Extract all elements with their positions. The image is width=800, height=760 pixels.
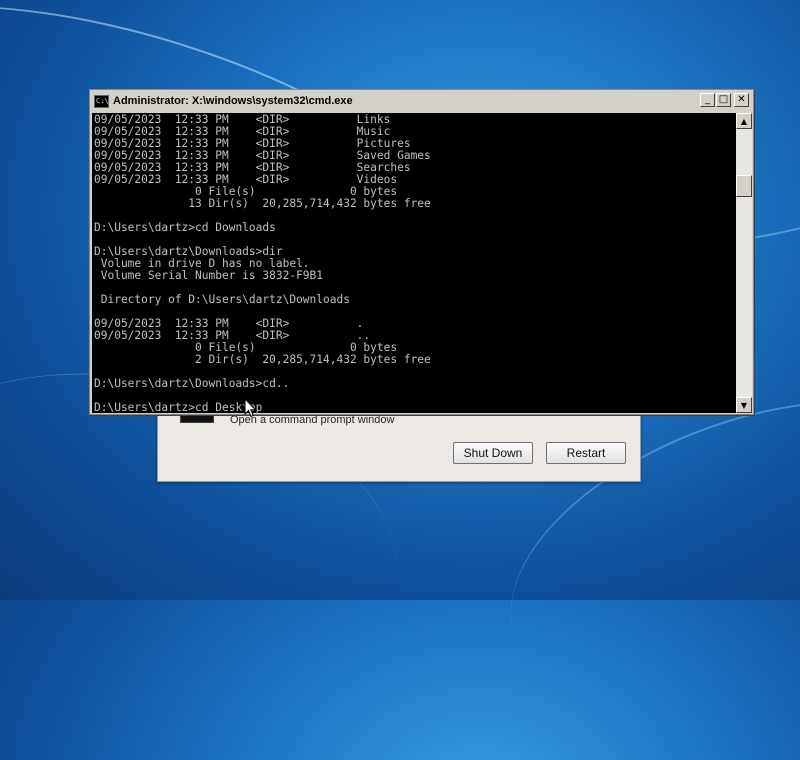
title-bar[interactable]: C:\ Administrator: X:\windows\system32\c… xyxy=(92,92,751,110)
console-output[interactable]: 09/05/2023 12:33 PM <DIR> Links 09/05/20… xyxy=(92,113,736,413)
restart-button[interactable]: Restart xyxy=(546,442,626,464)
close-button[interactable]: ✕ xyxy=(734,93,749,107)
console-text: 09/05/2023 12:33 PM <DIR> Links 09/05/20… xyxy=(94,113,431,414)
command-prompt-window: C:\ Administrator: X:\windows\system32\c… xyxy=(89,89,754,415)
minimize-button[interactable]: _ xyxy=(700,93,715,107)
scroll-down-button[interactable]: ▼ xyxy=(736,397,752,413)
vertical-scrollbar[interactable]: ▲ ▼ xyxy=(736,113,752,413)
scroll-up-button[interactable]: ▲ xyxy=(736,113,752,129)
text-cursor: _ xyxy=(262,401,270,414)
shut-down-button[interactable]: Shut Down xyxy=(453,442,533,464)
mouse-pointer-icon xyxy=(244,398,257,418)
maximize-button[interactable]: □ xyxy=(716,93,731,107)
window-title: Administrator: X:\windows\system32\cmd.e… xyxy=(113,95,353,107)
cmd-window-icon[interactable]: C:\ xyxy=(94,94,109,108)
window-controls: _ □ ✕ xyxy=(700,93,749,107)
scroll-thumb[interactable] xyxy=(736,175,752,197)
